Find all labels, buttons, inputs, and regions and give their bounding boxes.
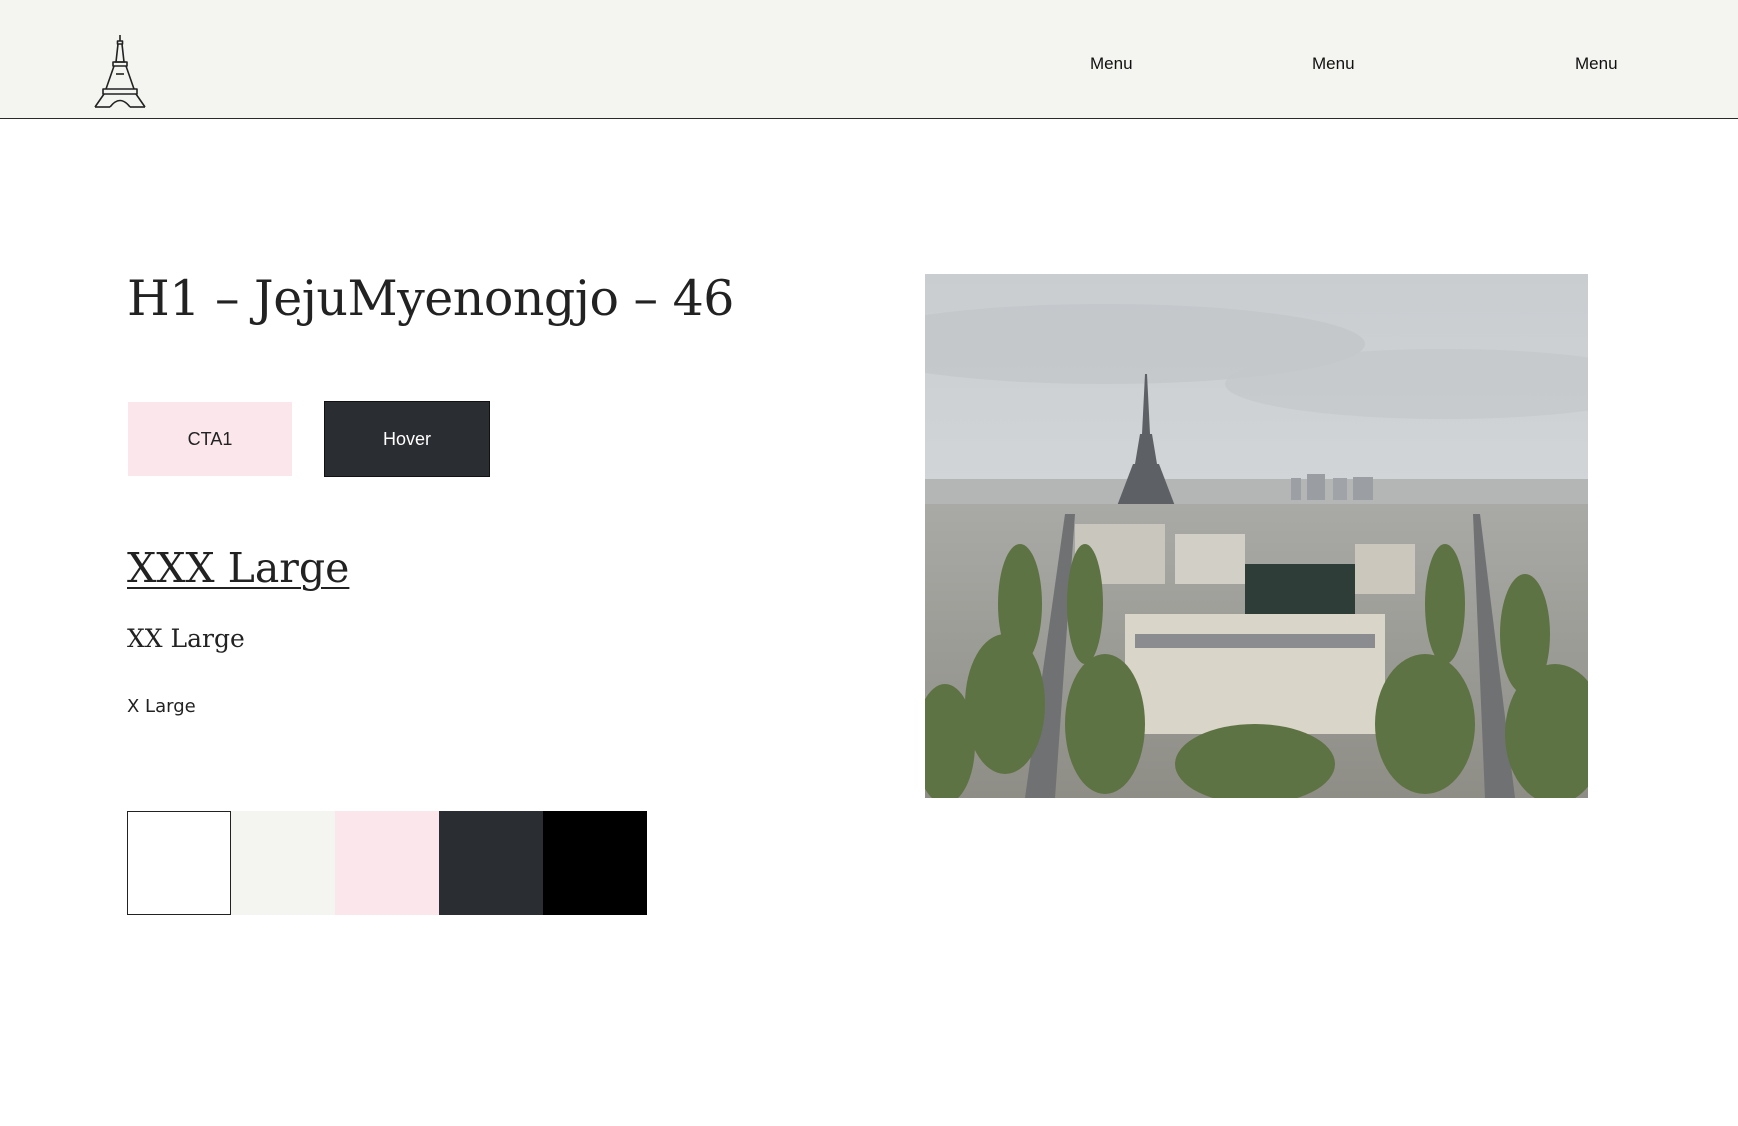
swatch-black — [543, 811, 647, 915]
eiffel-tower-icon[interactable] — [94, 34, 146, 108]
hover-button[interactable]: Hover — [324, 401, 490, 477]
cta1-button[interactable]: CTA1 — [128, 402, 292, 476]
xxx-large-link[interactable]: XXX Large — [127, 544, 349, 592]
swatch-off-white — [231, 811, 335, 915]
nav-menu-2[interactable]: Menu — [1312, 54, 1355, 74]
page-heading: H1 – JejuMyenongjo – 46 — [127, 270, 734, 327]
swatch-white — [127, 811, 231, 915]
paris-cityscape-image — [925, 274, 1588, 798]
xx-large-text: XX Large — [127, 624, 245, 653]
swatch-pink — [335, 811, 439, 915]
x-large-text: X Large — [127, 696, 196, 717]
nav-menu-1[interactable]: Menu — [1090, 54, 1133, 74]
color-palette — [127, 811, 647, 915]
swatch-charcoal — [439, 811, 543, 915]
nav-menu-3[interactable]: Menu — [1575, 54, 1618, 74]
site-header: Menu Menu Menu — [0, 0, 1738, 119]
